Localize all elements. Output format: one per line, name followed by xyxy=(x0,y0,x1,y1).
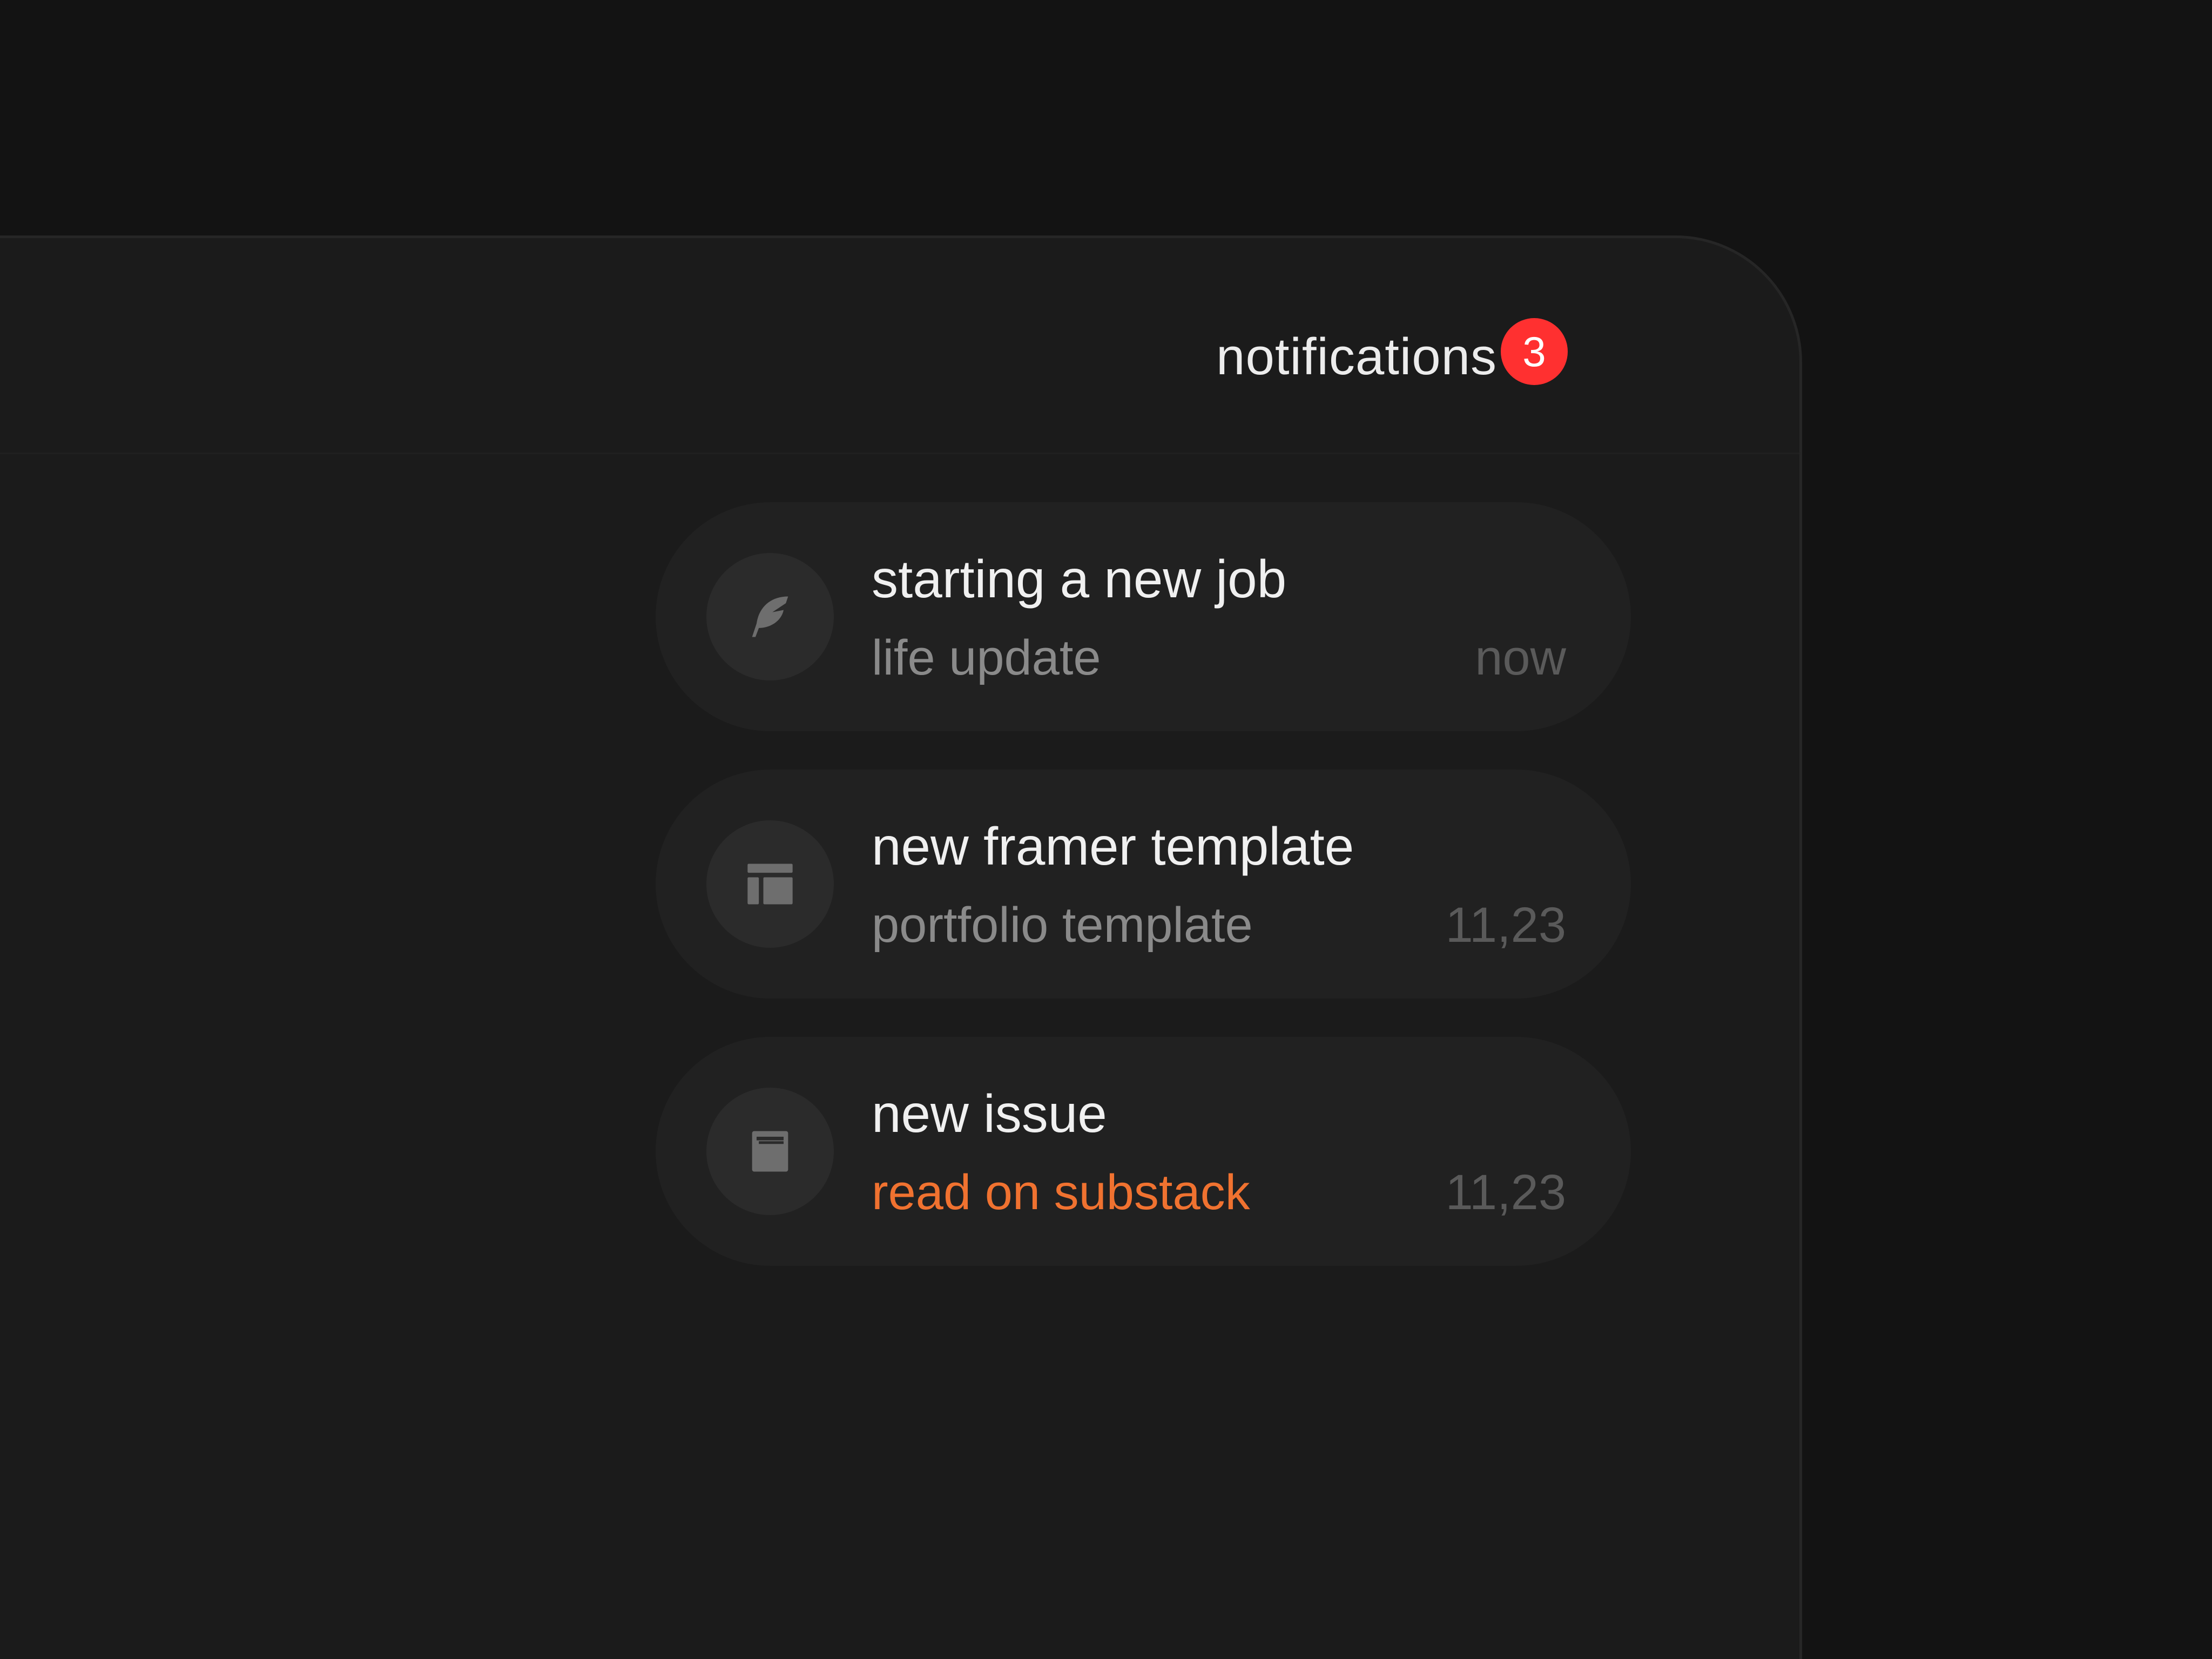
notification-item[interactable]: starting a new job life update now xyxy=(656,502,1631,731)
notification-subtitle: life update xyxy=(872,630,1101,685)
notification-time: 11,23 xyxy=(1445,898,1566,953)
panel-title: notifications xyxy=(1216,328,1497,386)
feather-icon-glyph xyxy=(752,596,788,637)
read-on-substack-link[interactable]: read on substack xyxy=(872,1161,1250,1224)
book-icon xyxy=(706,1088,834,1215)
notification-item[interactable]: new issue read on substack 11,23 xyxy=(656,1037,1631,1266)
stage: notifications 3 starting a new job life … xyxy=(0,0,2212,1659)
notification-time: now xyxy=(1475,630,1566,685)
notification-count-badge: 3 xyxy=(1501,318,1568,385)
notification-item[interactable]: new framer template portfolio template 1… xyxy=(656,770,1631,999)
layout-icon xyxy=(706,820,834,948)
notification-title: new issue xyxy=(872,1084,1107,1143)
book-icon-glyph xyxy=(752,1131,788,1172)
notification-title: starting a new job xyxy=(872,549,1287,609)
notification-title: new framer template xyxy=(872,817,1354,876)
panel-header: notifications 3 xyxy=(0,238,1799,454)
notification-subtitle: portfolio template xyxy=(872,898,1253,953)
notification-time: 11,23 xyxy=(1445,1165,1566,1220)
layout-icon-glyph xyxy=(747,864,793,905)
feather-icon xyxy=(706,553,834,680)
